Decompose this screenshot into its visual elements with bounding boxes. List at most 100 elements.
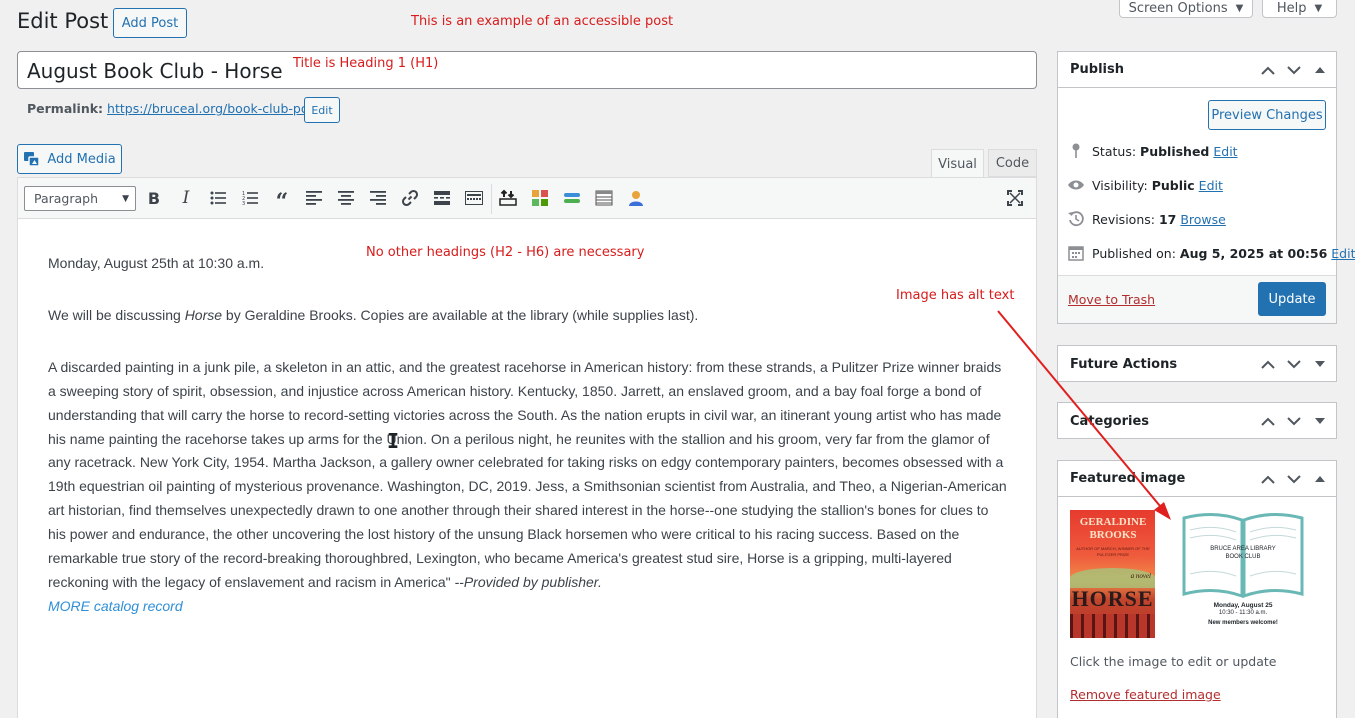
annotation-alt-text: Image has alt text <box>896 288 1015 303</box>
collapse-arrow-icon[interactable] <box>1312 471 1328 487</box>
post-title-input[interactable]: August Book Club - Horse <box>17 51 1037 89</box>
align-left-icon[interactable] <box>303 187 325 209</box>
publish-actions: Move to Trash Update <box>1058 275 1336 323</box>
caret-down-icon: ▼ <box>1314 3 1323 14</box>
text-cursor-icon: I <box>387 429 400 453</box>
book-cover-blurb: AUTHOR OF MARCH, WINNER OF THE PULITZER … <box>1076 546 1150 557</box>
align-center-icon[interactable] <box>335 187 357 209</box>
revisions-value: 17 <box>1158 211 1177 227</box>
remove-featured-image-link[interactable]: Remove featured image <box>1070 687 1221 702</box>
add-post-button[interactable]: Add Post <box>113 8 187 38</box>
upload-icon[interactable] <box>497 187 519 209</box>
screen-options-button[interactable]: Screen Options ▼ <box>1119 0 1253 18</box>
user-icon[interactable] <box>625 187 647 209</box>
editor-toolbar: Paragraph ▼ B I 123 “ <box>18 178 1036 219</box>
chevron-up-icon[interactable] <box>1260 413 1276 429</box>
permalink-edit-button[interactable]: Edit <box>304 97 340 123</box>
chevron-up-icon[interactable] <box>1260 356 1276 372</box>
expand-arrow-icon[interactable] <box>1312 413 1328 429</box>
editor-content[interactable]: Monday, August 25th at 10:30 a.m. We wil… <box>48 252 1010 619</box>
help-button[interactable]: Help ▼ <box>1262 0 1337 18</box>
permalink-url[interactable]: https://bruceal.org/book-club-post/ <box>107 101 324 116</box>
caret-down-icon: ▼ <box>122 193 129 204</box>
table-icon[interactable] <box>593 187 615 209</box>
chevron-down-icon[interactable] <box>1286 471 1302 487</box>
toolbar-toggle-icon[interactable] <box>463 187 485 209</box>
eye-icon <box>1068 177 1084 193</box>
link-icon[interactable] <box>399 187 421 209</box>
numbered-list-icon[interactable]: 123 <box>239 187 261 209</box>
update-button[interactable]: Update <box>1258 282 1326 316</box>
format-select-value: Paragraph <box>34 191 99 206</box>
featured-image-panel: Featured image GERALDINE BROOKS AUTHOR O… <box>1057 460 1337 718</box>
status-row: Status: Published Edit <box>1068 143 1238 159</box>
status-label: Status: <box>1092 143 1137 159</box>
content-synopsis: A discarded painting in a junk pile, a s… <box>48 356 1010 595</box>
featured-image-thumbnail[interactable]: GERALDINE BROOKS AUTHOR OF MARCH, WINNER… <box>1070 510 1306 638</box>
content-catalog-link[interactable]: MORE catalog record <box>48 595 1010 619</box>
move-to-trash-link[interactable]: Move to Trash <box>1068 292 1155 307</box>
chevron-up-icon[interactable] <box>1260 62 1276 78</box>
revisions-browse-link[interactable]: Browse <box>1180 212 1226 227</box>
status-edit-link[interactable]: Edit <box>1213 144 1237 159</box>
book-cover-novel: a novel <box>1130 572 1151 580</box>
permalink-row: Permalink: https://bruceal.org/book-club… <box>27 101 324 116</box>
status-value: Published <box>1140 143 1210 159</box>
categories-header[interactable]: Categories <box>1058 403 1336 439</box>
format-select[interactable]: Paragraph ▼ <box>24 186 136 211</box>
bold-icon[interactable]: B <box>143 187 165 209</box>
fullscreen-icon[interactable] <box>1004 187 1026 209</box>
chevron-down-icon[interactable] <box>1286 356 1302 372</box>
svg-text:3: 3 <box>242 201 245 205</box>
featured-image-header: Featured image <box>1058 461 1336 497</box>
add-media-label: Add Media <box>47 151 116 167</box>
discussion-text-pre: We will be discussing <box>48 306 185 323</box>
discussion-book-title: Horse <box>184 306 223 323</box>
synopsis-text: A discarded painting in a junk pile, a s… <box>48 358 1007 590</box>
read-more-icon[interactable] <box>431 187 453 209</box>
book-club-time: 10:30 - 11:30 a.m. <box>1218 610 1268 616</box>
annotation-title-heading: Title is Heading 1 (H1) <box>293 56 439 71</box>
chevron-down-icon[interactable] <box>1286 413 1302 429</box>
tab-visual-label: Visual <box>938 156 977 172</box>
published-on-row: Published on: Aug 5, 2025 at 00:56 Edit <box>1068 245 1355 261</box>
blocks-icon[interactable] <box>529 187 551 209</box>
expand-arrow-icon[interactable] <box>1312 356 1328 372</box>
tab-code-label: Code <box>995 155 1030 171</box>
visibility-value: Public <box>1151 177 1195 193</box>
caret-down-icon: ▼ <box>1235 3 1244 14</box>
annotation-no-headings: No other headings (H2 - H6) are necessar… <box>366 245 645 260</box>
discussion-text-post: by Geraldine Brooks. Copies are availabl… <box>222 306 699 323</box>
synopsis-credit: --Provided by publisher. <box>454 573 602 590</box>
future-actions-header[interactable]: Future Actions <box>1058 346 1336 382</box>
italic-icon[interactable]: I <box>175 187 197 209</box>
revisions-icon <box>1068 211 1084 227</box>
published-on-label: Published on: <box>1092 245 1176 261</box>
calendar-icon <box>1068 245 1084 261</box>
permalink-label: Permalink: <box>27 101 104 116</box>
visibility-label: Visibility: <box>1092 177 1148 193</box>
revisions-label: Revisions: <box>1092 211 1155 227</box>
add-media-button[interactable]: Add Media <box>17 144 122 174</box>
published-on-edit-link[interactable]: Edit <box>1331 246 1355 261</box>
book-cover-author: GERALDINE BROOKS <box>1079 516 1147 541</box>
tab-visual[interactable]: Visual <box>931 149 984 178</box>
published-on-value: Aug 5, 2025 at 00:56 <box>1179 245 1328 261</box>
visibility-edit-link[interactable]: Edit <box>1199 178 1223 193</box>
annotation-accessible-post: This is an example of an accessible post <box>411 14 674 29</box>
book-cover-title: HORSE <box>1071 586 1154 611</box>
tab-code[interactable]: Code <box>988 149 1037 177</box>
bullet-list-icon[interactable] <box>207 187 229 209</box>
publish-panel-header: Publish <box>1058 52 1336 88</box>
preview-changes-button[interactable]: Preview Changes <box>1208 100 1326 130</box>
chevron-down-icon[interactable] <box>1286 62 1302 78</box>
media-icon <box>24 152 41 167</box>
pin-icon <box>1068 143 1084 159</box>
content-discussion: We will be discussing Horse by Geraldine… <box>48 304 1010 328</box>
align-right-icon[interactable] <box>367 187 389 209</box>
blockquote-icon[interactable]: “ <box>271 187 293 215</box>
collapse-arrow-icon[interactable] <box>1312 62 1328 78</box>
publish-panel-title: Publish <box>1070 62 1124 77</box>
chevron-up-icon[interactable] <box>1260 471 1276 487</box>
shortcode-icon[interactable] <box>561 187 583 209</box>
